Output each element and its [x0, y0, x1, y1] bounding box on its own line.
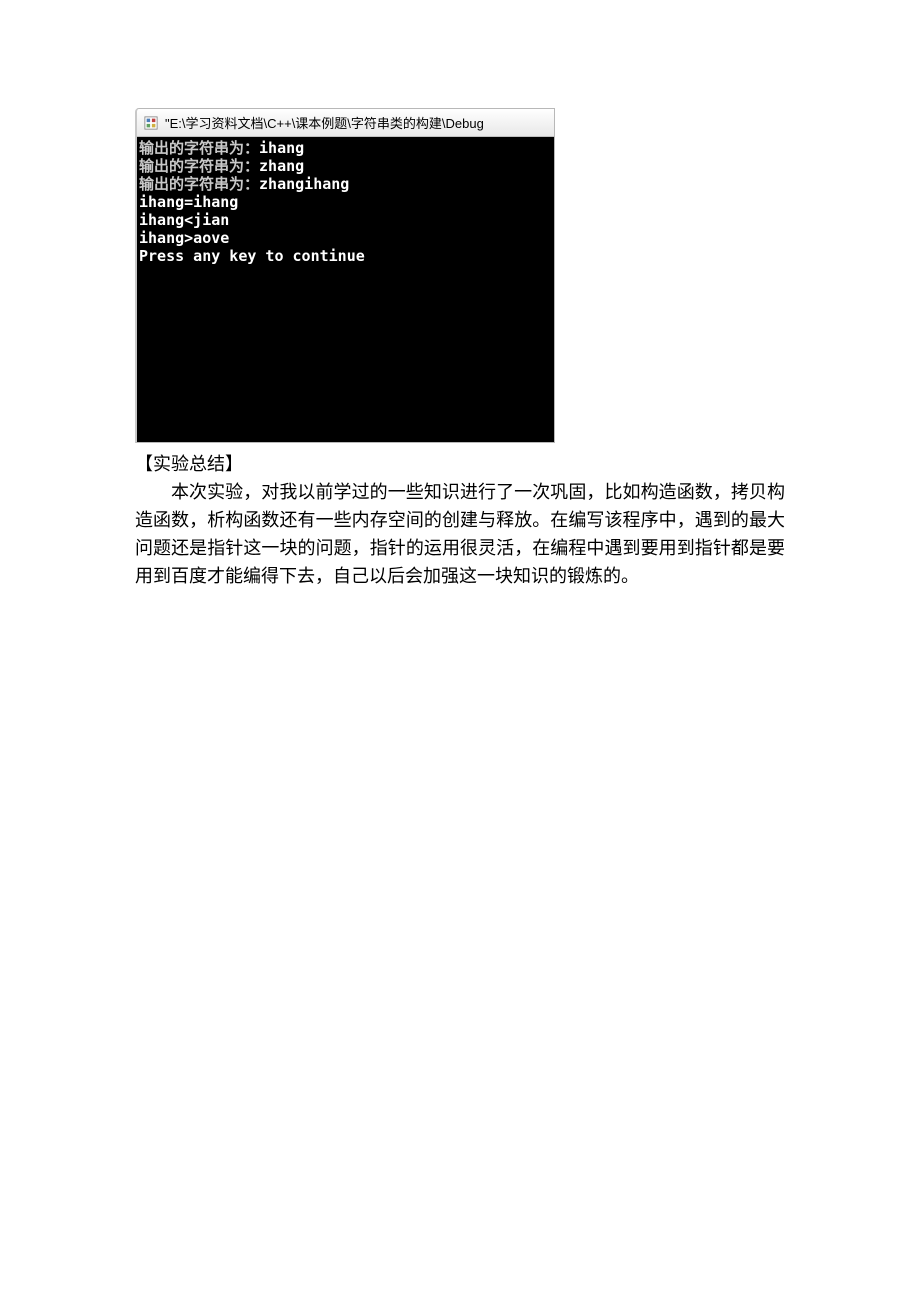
console-window: "E:\学习资料文档\C++\课本例题\字符串类的构建\Debug 输出的字符串… — [135, 108, 555, 443]
console-line: 输出的字符串为：zhang — [139, 157, 552, 175]
output-label: 输出的字符串为： — [139, 157, 259, 175]
app-icon — [143, 115, 159, 131]
console-line: ihang<jian — [139, 211, 552, 229]
paragraph: 本次实验，对我以前学过的一些知识进行了一次巩固，比如构造函数，拷贝构造函数，析构… — [135, 479, 785, 591]
console-output: 输出的字符串为：ihang 输出的字符串为：zhang 输出的字符串为：zhan… — [137, 137, 554, 442]
output-value: zhang — [259, 157, 304, 175]
console-line: 输出的字符串为：zhangihang — [139, 175, 552, 193]
document-text: 【实验总结】 本次实验，对我以前学过的一些知识进行了一次巩固，比如构造函数，拷贝… — [135, 451, 785, 590]
window-title: "E:\学习资料文档\C++\课本例题\字符串类的构建\Debug — [165, 113, 484, 132]
output-value: ihang — [259, 139, 304, 157]
console-line: ihang>aove — [139, 229, 552, 247]
section-heading: 【实验总结】 — [135, 451, 785, 479]
output-label: 输出的字符串为： — [139, 139, 259, 157]
window-titlebar: "E:\学习资料文档\C++\课本例题\字符串类的构建\Debug — [137, 109, 554, 137]
output-label: 输出的字符串为： — [139, 175, 259, 193]
console-line: Press any key to continue — [139, 247, 552, 265]
output-value: zhangihang — [259, 175, 349, 193]
console-line: ihang=ihang — [139, 193, 552, 211]
console-line: 输出的字符串为：ihang — [139, 139, 552, 157]
